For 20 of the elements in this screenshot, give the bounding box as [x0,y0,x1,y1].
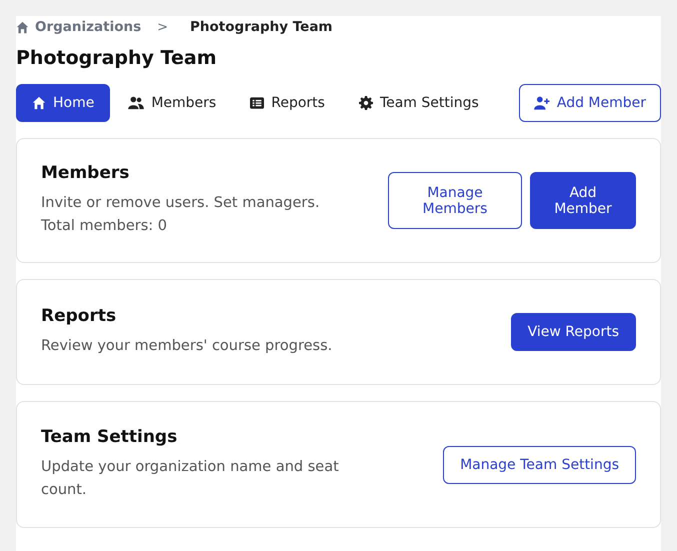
card-description: Total members: 0 [41,217,168,236]
action-button[interactable]: Manage Team Settings [443,446,636,484]
add-member-button[interactable]: Add Member [518,84,661,122]
tab[interactable]: Home [16,84,110,122]
breadcrumb-separator: > [157,20,168,34]
card-title: Reports [41,306,118,326]
action-button[interactable]: Manage Members [388,172,522,229]
breadcrumb-link[interactable]: Photography Team [190,19,332,35]
card-title: Team Settings [41,427,178,447]
page-title: Photography Team [16,47,218,71]
card-title: Members [41,163,130,183]
card-description: Review your members' course progress. [41,337,332,356]
card-description: Invite or remove users. Set managers. [41,194,320,213]
action-button[interactable]: View Reports [510,313,636,351]
card-description: Update your organization name and seat count. [41,458,340,500]
tab[interactable]: Members [112,84,232,122]
action-button[interactable]: Add Member [530,172,636,229]
tab[interactable]: Reports [234,84,341,122]
tab[interactable]: Team Settings [342,84,495,122]
breadcrumb-link[interactable]: Organizations [35,19,142,35]
